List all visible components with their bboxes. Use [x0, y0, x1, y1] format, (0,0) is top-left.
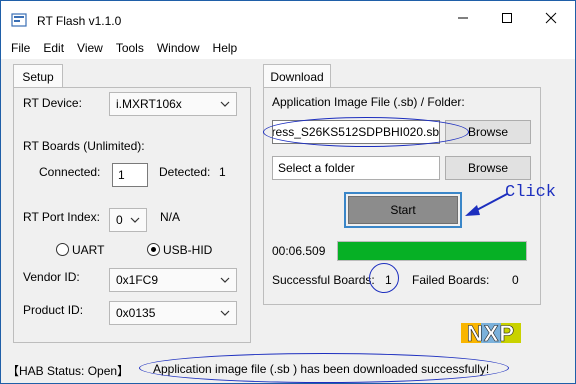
minimize-icon — [458, 17, 468, 19]
vendor-id-label: Vendor ID: — [23, 270, 80, 284]
close-icon — [545, 12, 557, 24]
maximize-icon — [502, 13, 512, 23]
menu-window[interactable]: Window — [157, 41, 200, 55]
nxp-logo: NXP — [459, 319, 523, 347]
detected-label: Detected: — [159, 165, 211, 179]
successful-boards-label: Successful Boards: — [272, 273, 375, 287]
nxp-logo-text: NXP — [467, 321, 515, 346]
maximize-button[interactable] — [485, 1, 529, 35]
uart-radio[interactable] — [56, 243, 69, 256]
port-index-select[interactable]: 0 — [109, 208, 147, 232]
port-index-value: 0 — [116, 213, 123, 227]
setup-panel: RT Device: i.MXRT106x RT Boards (Unlimit… — [13, 87, 251, 343]
failed-boards-label: Failed Boards: — [412, 273, 490, 287]
chevron-down-icon — [220, 101, 230, 107]
rt-flash-window: RT Flash v1.1.0 File Edit View Tools Win… — [0, 0, 576, 384]
rt-device-select[interactable]: i.MXRT106x — [109, 92, 237, 116]
progress-bar — [337, 241, 527, 261]
progress-fill — [338, 242, 526, 260]
app-icon — [11, 13, 27, 27]
port-status: N/A — [160, 210, 181, 224]
success-count-highlight — [369, 263, 399, 293]
menu-edit[interactable]: Edit — [43, 41, 64, 55]
product-id-label: Product ID: — [23, 303, 84, 317]
folder-field[interactable]: Select a folder — [272, 156, 440, 180]
product-id-value: 0x0135 — [116, 306, 156, 320]
product-id-select[interactable]: 0x0135 — [109, 301, 237, 325]
rt-device-label: RT Device: — [23, 96, 82, 110]
start-button[interactable]: Start — [348, 196, 458, 224]
status-message-highlight — [139, 353, 509, 383]
arrow-left-icon — [465, 193, 508, 216]
chevron-down-icon — [220, 277, 230, 283]
usb-hid-radio[interactable] — [147, 243, 160, 256]
menu-view[interactable]: View — [77, 41, 103, 55]
elapsed-time: 00:06.509 — [272, 244, 326, 258]
menu-tools[interactable]: Tools — [116, 41, 144, 55]
window-title: RT Flash v1.1.0 — [37, 14, 122, 28]
minimize-button[interactable] — [441, 1, 485, 35]
menu-help[interactable]: Help — [213, 41, 238, 55]
tab-setup[interactable]: Setup — [13, 64, 63, 88]
image-path-highlight — [263, 117, 469, 147]
detected-value: 1 — [219, 165, 226, 179]
image-file-label: Application Image File (.sb) / Folder: — [272, 95, 465, 109]
click-annotation: Click — [505, 183, 557, 202]
uart-label: UART — [72, 243, 105, 257]
chevron-down-icon — [220, 310, 230, 316]
connected-field[interactable]: 1 — [112, 163, 148, 187]
failed-boards-value: 0 — [512, 273, 519, 287]
vendor-id-value: 0x1FC9 — [116, 273, 159, 287]
connected-label: Connected: — [39, 165, 101, 179]
vendor-id-select[interactable]: 0x1FC9 — [109, 268, 237, 292]
browse-folder-button[interactable]: Browse — [445, 156, 531, 180]
hab-status: 【HAB Status: Open】 — [7, 364, 130, 378]
title-bar: RT Flash v1.1.0 — [1, 1, 575, 37]
chevron-down-icon — [130, 217, 140, 223]
menu-bar: File Edit View Tools Window Help — [1, 37, 575, 59]
port-index-label: RT Port Index: — [23, 210, 100, 224]
close-button[interactable] — [529, 1, 573, 35]
menu-file[interactable]: File — [11, 41, 30, 55]
tab-download[interactable]: Download — [263, 64, 331, 88]
rt-device-value: i.MXRT106x — [116, 97, 182, 111]
start-button-frame: Start — [344, 192, 462, 228]
rt-boards-label: RT Boards (Unlimited): — [23, 139, 145, 153]
usb-hid-label: USB-HID — [163, 243, 213, 257]
